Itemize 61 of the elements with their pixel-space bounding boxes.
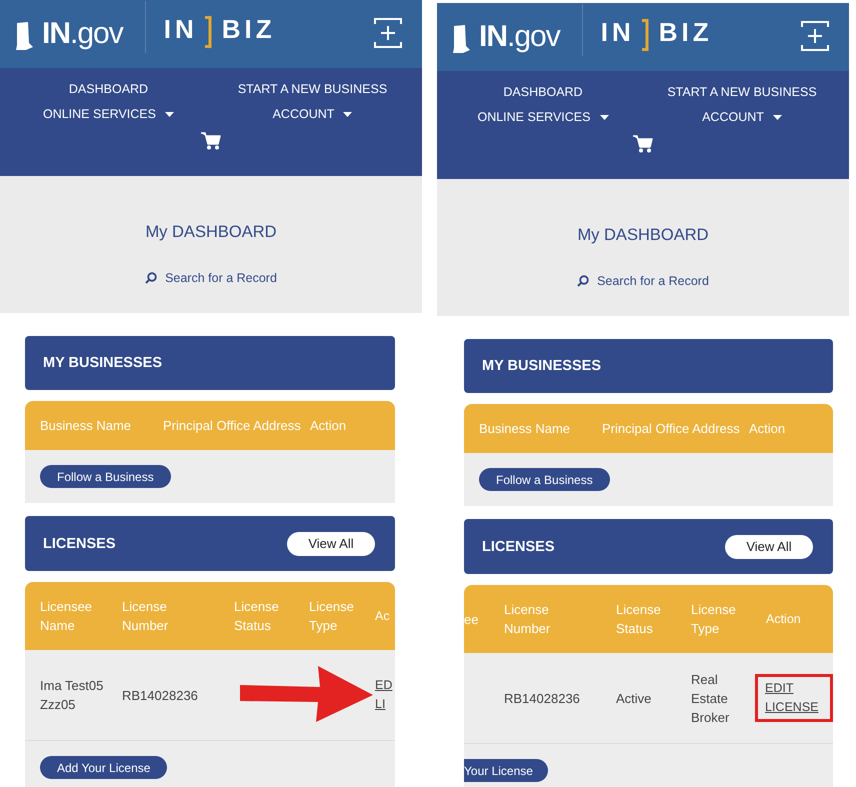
section-title: LICENSES: [43, 536, 116, 552]
column-header: Principal Office Address: [163, 418, 302, 433]
table-cell-text: RB14028236: [122, 686, 199, 704]
nav-link[interactable]: ONLINE SERVICES: [437, 110, 643, 124]
nav-link[interactable]: ACCOUNT: [643, 110, 849, 124]
search-link[interactable]: Search for a Record: [577, 274, 709, 288]
column-header: License Number: [504, 601, 552, 638]
column-header: Ac: [375, 608, 391, 624]
cart-icon[interactable]: [633, 135, 653, 153]
add-license-button[interactable]: Your License: [464, 759, 548, 782]
column-header: License Type: [309, 598, 355, 635]
nav-link[interactable]: DASHBOARD: [437, 85, 643, 99]
state-outline-icon: [14, 21, 36, 51]
nav-link[interactable]: START A NEW BUSINESS: [211, 82, 422, 96]
nav-link[interactable]: ACCOUNT: [211, 107, 422, 121]
column-header: Action: [749, 421, 786, 436]
column-header: License Number: [122, 598, 170, 635]
follow-business-button[interactable]: Follow a Business: [40, 465, 171, 488]
page-title: My DASHBOARD: [145, 223, 277, 242]
column-header: License Type: [691, 601, 737, 638]
cart-icon[interactable]: [201, 132, 221, 150]
view-all-button[interactable]: View All: [725, 534, 813, 558]
nav-link[interactable]: DASHBOARD: [0, 82, 211, 96]
bracket-icon: [204, 16, 212, 48]
expand-menu-icon[interactable]: [374, 18, 402, 48]
column-header: License Status: [234, 598, 280, 635]
add-license-button[interactable]: Add Your License: [40, 756, 168, 779]
table-cell-text: RB14028236: [504, 690, 581, 708]
column-header: Business Name: [40, 418, 132, 433]
search-icon: [577, 275, 590, 287]
site-logo[interactable]: IN.gov: [42, 17, 123, 51]
nav-link[interactable]: ONLINE SERVICES: [0, 107, 211, 121]
brand-text: IN: [600, 16, 635, 48]
brand-text: IN: [164, 14, 198, 44]
search-icon: [145, 272, 158, 284]
edit-license-link[interactable]: ED LI: [375, 676, 392, 714]
edit-license-link[interactable]: EDIT LICENSE: [765, 679, 823, 717]
column-header: Principal Office Address: [602, 421, 741, 436]
brand-text: BIZ: [222, 14, 276, 44]
table-cell-text: Real Estate Broker: [691, 670, 730, 726]
page-title: My DASHBOARD: [577, 226, 709, 245]
site-logo[interactable]: IN.gov: [479, 20, 560, 54]
column-header: Business Name: [479, 421, 572, 436]
column-header: ee: [464, 610, 480, 628]
expand-menu-icon[interactable]: [801, 21, 829, 51]
follow-business-button[interactable]: Follow a Business: [479, 468, 610, 491]
column-header: Action: [310, 418, 348, 433]
search-link[interactable]: Search for a Record: [145, 271, 277, 285]
column-header: Licensee Name: [40, 598, 94, 635]
nav-link[interactable]: START A NEW BUSINESS: [643, 85, 849, 99]
section-title: LICENSES: [482, 538, 555, 554]
bracket-icon: [640, 19, 649, 51]
section-title: MY BUSINESSES: [482, 358, 601, 374]
column-header: License Status: [616, 601, 662, 638]
table-cell-text: Active: [616, 690, 652, 708]
state-outline-icon: [451, 24, 473, 54]
view-all-button[interactable]: View All: [287, 532, 375, 556]
column-header: Action: [766, 610, 802, 628]
table-cell-text: Ima Test05 Zzz05: [40, 677, 104, 714]
brand-text: BIZ: [658, 16, 713, 48]
section-title: MY BUSINESSES: [43, 355, 162, 371]
